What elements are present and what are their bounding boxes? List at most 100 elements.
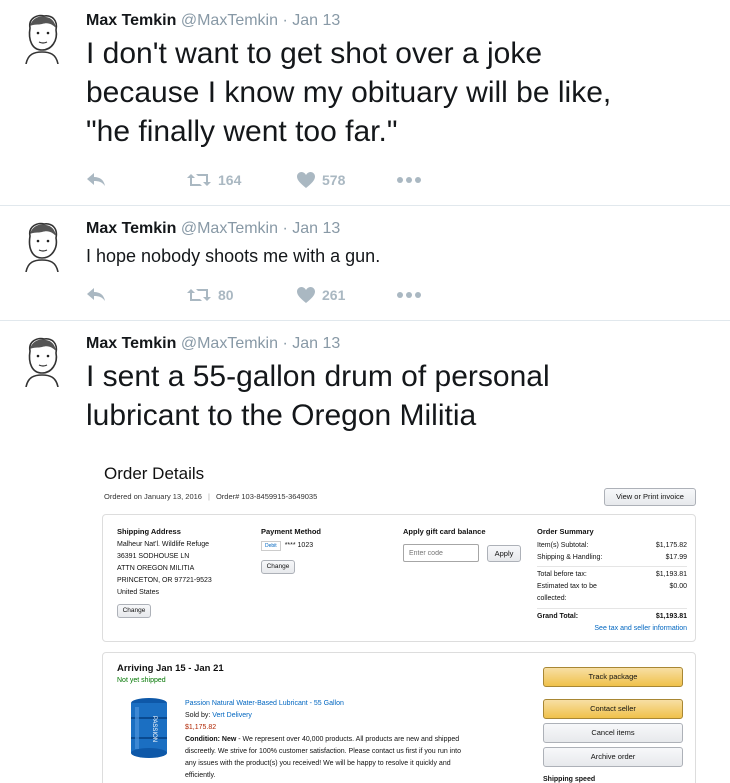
address-line: Malheur Nat'l. Wildlife Refuge — [117, 541, 209, 548]
archive-order-button[interactable]: Archive order — [543, 747, 683, 767]
tweet-text: I don't want to get shot over a joke bec… — [86, 34, 611, 151]
tweet-line: because I know my obituary will be like, — [86, 76, 612, 109]
gift-code-input[interactable] — [403, 544, 479, 562]
like-count: 578 — [322, 172, 346, 188]
author-name[interactable]: Max Temkin — [86, 220, 176, 237]
address-line: United States — [117, 589, 160, 596]
cancel-items-button[interactable]: Cancel items — [543, 723, 683, 743]
tweet-line: lubricant to the Oregon Militia — [86, 399, 477, 432]
tweet-date[interactable]: Jan 13 — [292, 12, 340, 29]
drum-label: PASSION — [151, 716, 157, 742]
tweet-actions: 80 261 — [86, 284, 422, 306]
summary-row: Item(s) Subtotal: $1,175.82 — [537, 540, 687, 552]
summary-row: Shipping & Handling: $17.99 — [537, 552, 687, 564]
summary-key: Item(s) Subtotal: — [537, 542, 589, 549]
order-summary-label: Order Summary — [537, 527, 594, 536]
card-badge: Debit — [261, 541, 281, 551]
product-price: $1,175.82 — [185, 724, 217, 731]
grand-total-label: Grand Total: — [537, 613, 579, 620]
author-name[interactable]: Max Temkin — [86, 12, 176, 29]
separator-dot: · — [282, 220, 288, 237]
retweet-icon — [187, 174, 211, 186]
track-package-button[interactable]: Track package — [543, 667, 683, 687]
tweet-header: Max Temkin @MaxTemkin · Jan 13 — [86, 220, 340, 238]
shipment-status: Not yet shipped — [117, 677, 166, 684]
summary-key: Total before tax: — [537, 571, 587, 578]
more-icon[interactable] — [396, 176, 422, 184]
summary-value: $17.99 — [665, 554, 687, 561]
grand-total-value: $1,193.81 — [655, 613, 687, 620]
avatar[interactable] — [18, 220, 66, 272]
author-name[interactable]: Max Temkin — [86, 335, 176, 352]
tweet-line: I sent a 55-gallon drum of personal — [86, 360, 550, 393]
order-summary-box: Shipping Address Malheur Nat'l. Wildlife… — [102, 514, 696, 642]
heart-icon — [297, 287, 315, 303]
change-address-button[interactable]: Change — [117, 604, 151, 618]
address-line: PRINCETON, OR 97721-9523 — [117, 577, 212, 584]
change-payment-button[interactable]: Change — [261, 560, 295, 574]
avatar[interactable] — [18, 335, 66, 387]
retweet-button[interactable]: 164 — [186, 172, 296, 188]
summary-key: Shipping & Handling: — [537, 554, 603, 561]
tweet-date[interactable]: Jan 13 — [292, 335, 340, 352]
retweet-icon — [187, 289, 211, 301]
arrival-date: Arriving Jan 15 - Jan 21 — [117, 663, 224, 674]
summary-row: Total before tax: $1,193.81 — [537, 569, 687, 581]
shipping-address-label: Shipping Address — [117, 527, 181, 536]
more-icon[interactable] — [396, 291, 422, 299]
like-button[interactable]: 578 — [296, 171, 396, 189]
sold-by-prefix: Sold by: — [185, 712, 211, 719]
tweet-header: Max Temkin @MaxTemkin · Jan 13 — [86, 12, 340, 30]
tweet-header: Max Temkin @MaxTemkin · Jan 13 — [86, 335, 340, 353]
tax-info-link[interactable]: See tax and seller information — [537, 623, 687, 635]
grand-total-row: Grand Total: $1,193.81 — [537, 611, 687, 623]
separator-dot: · — [282, 335, 288, 352]
like-button[interactable]: 261 — [296, 286, 396, 304]
reply-icon[interactable] — [86, 172, 186, 188]
tweet-text: I sent a 55-gallon drum of personal lubr… — [86, 357, 550, 435]
address-line: ATTN OREGON MILITIA — [117, 565, 195, 572]
summary-row: collected: — [537, 593, 687, 605]
condition-line: discreetly. We strive for 100% customer … — [185, 748, 461, 755]
like-count: 261 — [322, 287, 346, 303]
author-handle[interactable]: @MaxTemkin — [181, 335, 278, 352]
heart-icon — [297, 172, 315, 188]
payment-card: Debit **** 1023 — [261, 540, 313, 552]
summary-divider — [537, 566, 687, 567]
apply-gift-button[interactable]: Apply — [487, 545, 521, 562]
reply-icon[interactable] — [86, 287, 186, 303]
summary-row: Estimated tax to be $0.00 — [537, 581, 687, 593]
order-meta: Ordered on January 13, 2016 | Order# 103-8… — [104, 492, 318, 501]
tweet-line: I hope nobody shoots me with a gun. — [86, 246, 381, 266]
summary-divider — [537, 608, 687, 609]
condition-line: any issues with the product(s) you recei… — [185, 760, 451, 767]
separator-dot: · — [282, 12, 288, 29]
summary-key: Estimated tax to be — [537, 583, 597, 590]
order-details-image[interactable]: Order Details Ordered on January 13, 201… — [86, 454, 706, 783]
tweet-line: "he finally went too far." — [86, 115, 398, 148]
author-handle[interactable]: @MaxTemkin — [181, 12, 278, 29]
summary-value: $1,193.81 — [655, 571, 687, 578]
avatar[interactable] — [18, 12, 66, 64]
condition-line: - We represent over 40,000 products. All… — [236, 736, 460, 743]
author-handle[interactable]: @MaxTemkin — [181, 220, 278, 237]
product-title-link[interactable]: Passion Natural Water-Based Lubricant - … — [185, 698, 344, 710]
contact-seller-button[interactable]: Contact seller — [543, 699, 683, 719]
condition-line: efficiently. — [185, 772, 216, 779]
shipping-address: Malheur Nat'l. Wildlife Refuge 36391 SOD… — [117, 539, 212, 599]
tweet-date[interactable]: Jan 13 — [292, 220, 340, 237]
condition-label: Condition: New — [185, 736, 237, 743]
condition-text: Condition: New - We represent over 40,00… — [185, 734, 461, 782]
retweet-count: 164 — [218, 172, 242, 188]
shipping-speed-label: Shipping speed — [543, 776, 596, 783]
product-drum-image[interactable]: PASSION — [129, 697, 169, 759]
tweet-2: Max Temkin @MaxTemkin · Jan 13 I hope no… — [0, 206, 730, 320]
retweet-button[interactable]: 80 — [186, 287, 296, 303]
summary-key: collected: — [537, 595, 567, 602]
gift-card-label: Apply gift card balance — [403, 527, 486, 536]
view-invoice-button[interactable]: View or Print invoice — [604, 488, 696, 506]
tweet-line: I don't want to get shot over a joke — [86, 37, 543, 70]
seller-link[interactable]: Vert Delivery — [212, 712, 252, 719]
order-title: Order Details — [104, 464, 205, 483]
payment-method-label: Payment Method — [261, 527, 322, 536]
